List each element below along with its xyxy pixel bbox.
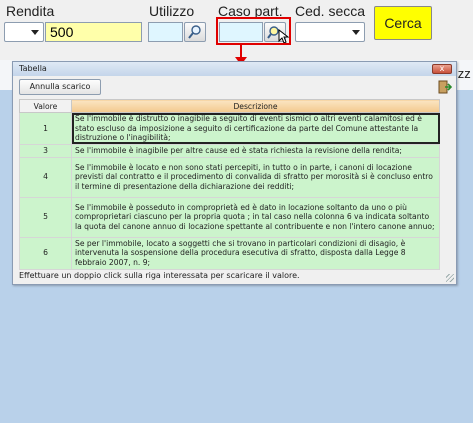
ced-dropdown[interactable] (295, 22, 365, 42)
ced-label: Ced. secca (295, 3, 366, 19)
column-header-descrizione[interactable]: Descrizione (71, 99, 440, 113)
table-row[interactable]: 1 Se l'immobile è distrutto o inagibile … (19, 112, 440, 145)
row-valore: 6 (19, 236, 72, 270)
rendita-dropdown[interactable] (4, 22, 44, 42)
row-descrizione: Se l'immobile è inagibile per altre caus… (71, 143, 440, 158)
hint-text: Effettuare un doppio click sulla riga in… (19, 271, 300, 280)
close-button[interactable]: x (432, 64, 452, 74)
row-valore: 4 (19, 156, 72, 198)
row-descrizione: Se l'immobile è posseduto in compropriet… (71, 196, 440, 238)
window-titlebar: Tabella x (13, 62, 456, 76)
chevron-down-icon (352, 30, 360, 35)
row-valore: 5 (19, 196, 72, 238)
row-descrizione: Se l'immobile è locato e non sono stati … (71, 156, 440, 198)
annulla-scarico-button[interactable]: Annulla scarico (19, 79, 101, 95)
table-row[interactable]: 4 Se l'immobile è locato e non sono stat… (19, 156, 440, 198)
window-toolbar: Annulla scarico (13, 76, 456, 98)
values-table: Valore Descrizione 1 Se l'immobile è dis… (19, 99, 440, 270)
chevron-down-icon (31, 30, 39, 35)
rendita-label: Rendita (6, 3, 55, 19)
highlight-box (216, 17, 291, 45)
resize-grip-icon[interactable] (446, 274, 454, 282)
window-title: Tabella (19, 64, 47, 73)
tabella-window: Tabella x Annulla scarico Valore Descriz… (12, 61, 457, 285)
utilizzo-label: Utilizzo (149, 3, 195, 19)
rendita-input[interactable]: 500 (45, 22, 142, 42)
toolbar: Rendita 500 Utilizzo Caso part. Ced. sec… (0, 0, 473, 60)
table-row[interactable]: 3 Se l'immobile è inagibile per altre ca… (19, 143, 440, 158)
row-descrizione: Se per l'immobile, locato a soggetti che… (71, 236, 440, 270)
utilizzo-input[interactable] (148, 22, 183, 42)
row-valore: 3 (19, 143, 72, 158)
exit-icon[interactable] (438, 80, 452, 94)
table-row[interactable]: 5 Se l'immobile è posseduto in compropri… (19, 196, 440, 238)
row-descrizione: Se l'immobile è distrutto o inagibile a … (71, 112, 440, 145)
column-header-valore[interactable]: Valore (19, 99, 72, 113)
utilizzo-search-button[interactable] (184, 22, 206, 42)
table-row[interactable]: 6 Se per l'immobile, locato a soggetti c… (19, 236, 440, 270)
row-valore: 1 (19, 112, 72, 145)
cerca-button[interactable]: Cerca (374, 6, 432, 40)
magnifier-icon (188, 25, 201, 39)
